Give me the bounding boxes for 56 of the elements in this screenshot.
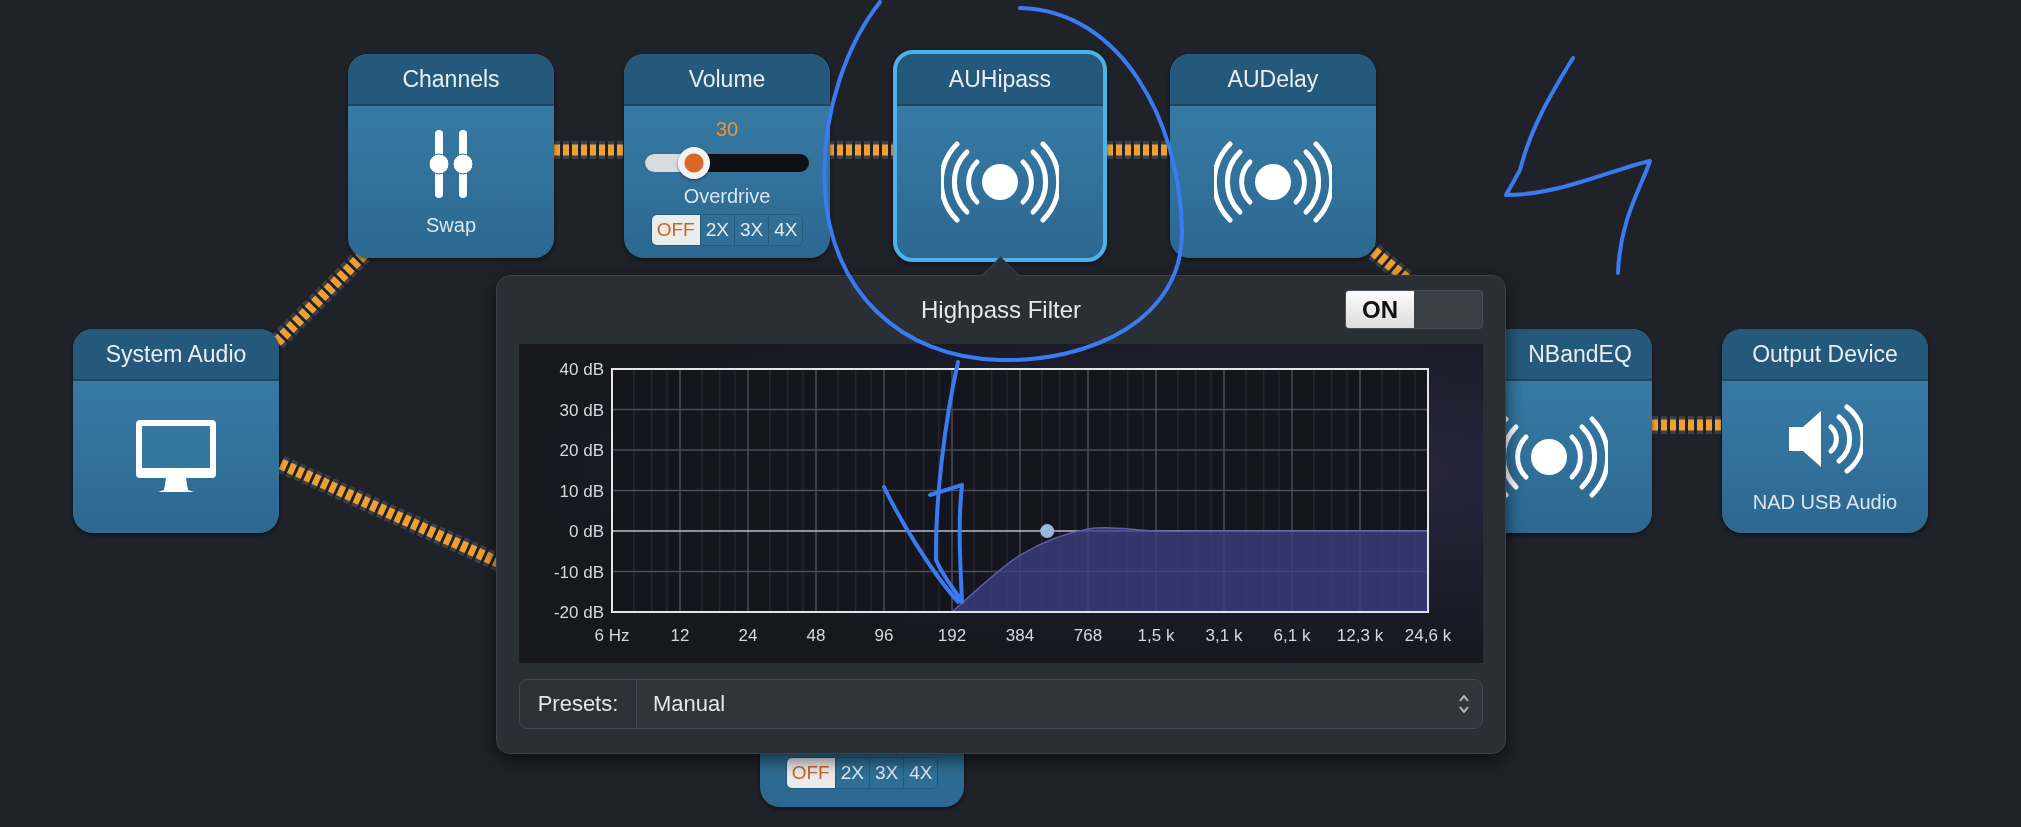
axis-label: 1,5 k: [1137, 625, 1175, 645]
axis-label: 20 dB: [559, 440, 604, 460]
block-caption: Swap: [426, 213, 476, 237]
block-title: Output Device: [1752, 340, 1898, 368]
axis-label: 192: [937, 625, 967, 645]
plugin-block[interactable]: Volume 30 Overdrive OFF 2X 3X 4X: [624, 54, 830, 258]
block-title: AUDelay: [1227, 65, 1319, 93]
audio-cable: [1107, 141, 1170, 159]
axis-label: 6 Hz: [594, 625, 630, 645]
overdrive-option[interactable]: 4X: [903, 758, 938, 788]
axis-label: 24: [738, 625, 758, 645]
axis-label: 96: [874, 625, 894, 645]
axis-label: 12: [670, 625, 690, 645]
volume-value: 30: [715, 118, 739, 141]
audio-cable: [828, 141, 893, 159]
axis-label: 3,1 k: [1205, 625, 1243, 645]
plugin-block[interactable]: Output Device NAD USB Audio: [1722, 329, 1928, 533]
overdrive-option[interactable]: OFF: [786, 758, 835, 788]
presets-popup[interactable]: Manual: [637, 679, 1482, 728]
overdrive-label: Overdrive: [683, 185, 771, 208]
axis-label: 12,3 k: [1336, 625, 1384, 645]
plugin-block[interactable]: AUDelay: [1170, 54, 1376, 258]
overdrive-option[interactable]: 3X: [733, 215, 769, 245]
axis-label: 10 dB: [559, 481, 604, 501]
overdrive-option[interactable]: 2X: [699, 215, 734, 245]
axis-label: 24,6 k: [1404, 625, 1452, 645]
audio-cable: [1652, 416, 1722, 434]
block-title: AUHipass: [948, 65, 1052, 93]
overdrive-option[interactable]: 3X: [868, 758, 904, 788]
axis-label: 48: [806, 625, 826, 645]
block-title: System Audio: [105, 340, 247, 368]
axis-label: 6,1 k: [1273, 625, 1311, 645]
curve-handle[interactable]: [1040, 523, 1055, 538]
axis-label: 0 dB: [569, 521, 604, 541]
block-title: Volume: [688, 65, 766, 93]
plugin-block[interactable]: System Audio: [73, 329, 279, 533]
overdrive-option[interactable]: 4X: [768, 215, 803, 245]
axis-label: -20 dB: [553, 602, 604, 622]
plugin-block[interactable]: AUHipass: [893, 50, 1107, 262]
overdrive-option[interactable]: 2X: [834, 758, 869, 788]
chevrons-icon: [1458, 692, 1470, 715]
axis-label: -10 dB: [553, 562, 604, 582]
block-title: NBandEQ: [1528, 340, 1632, 368]
plugin-block[interactable]: Channels Swap: [348, 54, 554, 258]
block-caption: NAD USB Audio: [1752, 490, 1898, 514]
block-title: Channels: [402, 65, 500, 93]
axis-label: 30 dB: [559, 400, 604, 420]
on-off-switch[interactable]: ON: [1345, 290, 1483, 330]
sliders-icon: [427, 127, 475, 200]
axis-label: 384: [1005, 625, 1035, 645]
overdrive-option[interactable]: OFF: [651, 215, 700, 245]
audio-cable: [554, 141, 624, 159]
axis-label: 768: [1073, 625, 1103, 645]
popover-title: Highpass Filter: [920, 295, 1082, 324]
slider-thumb[interactable]: [678, 147, 711, 179]
axis-label: 40 dB: [559, 359, 604, 379]
